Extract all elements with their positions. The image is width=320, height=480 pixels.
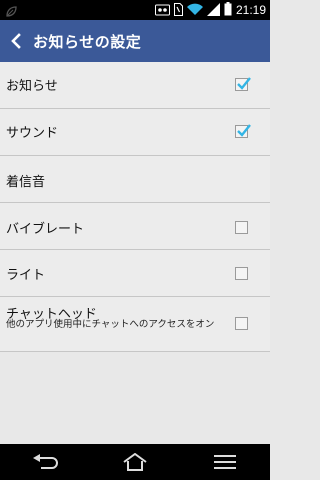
- voicemail-icon: [154, 1, 170, 20]
- signal-icon: [206, 1, 220, 20]
- navigation-bar: [0, 444, 270, 480]
- sound-checkbox[interactable]: [235, 124, 251, 138]
- clock-time: 21:19: [235, 3, 266, 17]
- setting-sublabel: 他のアプリ使用中にチャットへのアクセスをオン: [6, 319, 215, 330]
- page-title: お知らせの設定: [33, 32, 142, 51]
- light-checkbox[interactable]: [235, 267, 248, 280]
- notifications-checkbox[interactable]: [235, 77, 251, 91]
- setting-row-chat-heads[interactable]: チャットヘッド 他のアプリ使用中にチャットへのアクセスをオン: [0, 297, 270, 352]
- wifi-icon: [186, 1, 203, 20]
- vibrate-checkbox[interactable]: [235, 221, 248, 234]
- setting-label: サウンド: [6, 126, 59, 141]
- chat-heads-checkbox[interactable]: [235, 317, 248, 330]
- home-icon[interactable]: [110, 444, 160, 480]
- chevron-left-icon[interactable]: [3, 20, 29, 62]
- setting-row-ringtone[interactable]: 着信音: [0, 156, 270, 203]
- status-bar: 21:19: [0, 0, 270, 20]
- setting-row-sound[interactable]: サウンド: [0, 109, 270, 156]
- setting-label: バイブレート: [6, 222, 85, 237]
- settings-list: お知らせ サウンド 着信音 バイブレート ライト チャットヘッド 他のアプリ使用…: [0, 62, 270, 352]
- action-bar: お知らせの設定: [0, 20, 270, 62]
- leaf-icon: [5, 3, 18, 17]
- setting-label: ライト: [6, 268, 46, 283]
- setting-row-notifications[interactable]: お知らせ: [0, 62, 270, 109]
- setting-label: お知らせ: [6, 79, 58, 94]
- setting-label: 着信音: [6, 175, 46, 190]
- battery-icon: [224, 1, 232, 20]
- setting-row-light[interactable]: ライト: [0, 250, 270, 297]
- recent-apps-icon[interactable]: [200, 444, 250, 480]
- setting-row-vibrate[interactable]: バイブレート: [0, 203, 270, 250]
- sim-icon: [173, 1, 183, 20]
- back-icon[interactable]: [20, 444, 70, 480]
